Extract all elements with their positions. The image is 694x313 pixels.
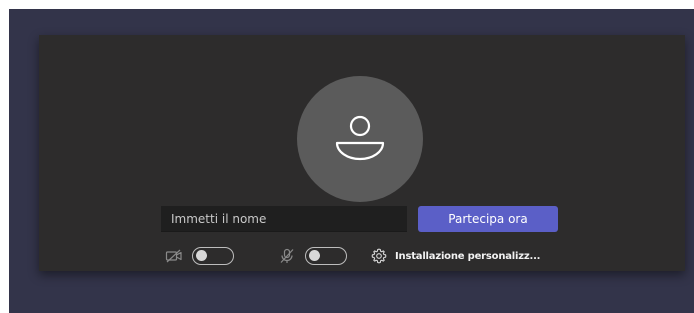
- custom-setup-button[interactable]: Installazione personalizz...: [371, 246, 540, 266]
- person-icon: [335, 115, 385, 161]
- microphone-toggle[interactable]: [305, 247, 347, 265]
- custom-setup-label: Installazione personalizz...: [395, 250, 541, 262]
- avatar: [297, 76, 423, 202]
- microphone-toggle-knob: [309, 250, 320, 261]
- join-now-button[interactable]: Partecipa ora: [418, 206, 558, 232]
- camera-off-icon: [165, 248, 183, 264]
- prejoin-panel: Partecipa ora: [39, 35, 685, 271]
- gear-icon: [371, 248, 387, 264]
- device-controls: Installazione personalizz...: [39, 243, 685, 271]
- camera-toggle-knob: [196, 250, 207, 261]
- app-background: Partecipa ora: [9, 9, 694, 313]
- name-input[interactable]: [161, 206, 407, 232]
- microphone-off-icon: [278, 248, 296, 264]
- camera-toggle[interactable]: [192, 247, 234, 265]
